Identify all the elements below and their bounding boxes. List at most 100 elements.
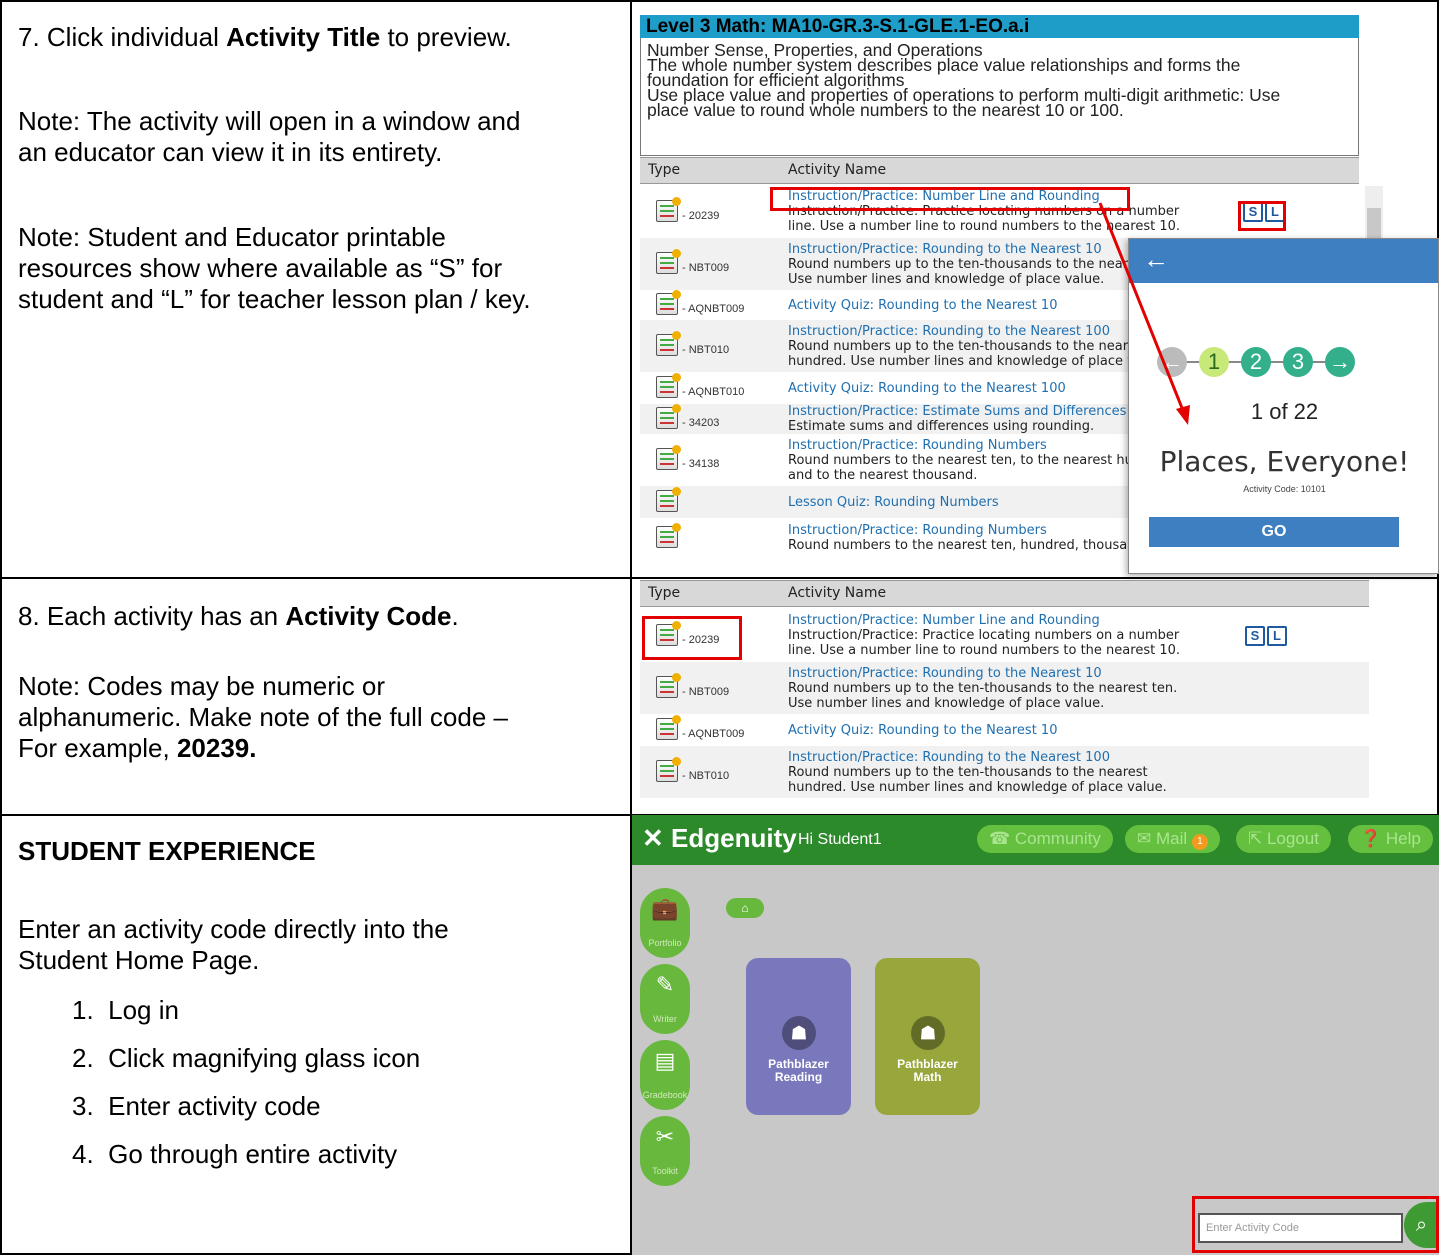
activity-code-label: Activity Code: 10101 — [1243, 484, 1326, 494]
step-item: 1. Log in — [72, 995, 179, 1025]
community-icon: ☎ — [989, 829, 1015, 848]
sidebar-item-toolkit[interactable]: ✂ Toolkit — [640, 1116, 690, 1186]
activity-row: - NBT009 Instruction/Practice: Rounding t… — [640, 662, 1369, 714]
grid-line — [0, 0, 1439, 2]
activity-type-icon — [656, 757, 681, 782]
step8-note: Note: Codes may be numeric or alphanumeri… — [18, 671, 508, 763]
quiz-icon — [656, 487, 681, 512]
activity-title-link[interactable]: Instruction/Practice: Rounding to the Ne… — [788, 242, 1102, 257]
sidebar-label: Gradebook — [642, 1090, 688, 1100]
go-button[interactable]: GO — [1149, 517, 1399, 547]
activity-type-icon — [656, 523, 681, 548]
help-icon: ❓ — [1360, 829, 1386, 848]
lantern-icon: ☗ — [782, 1016, 816, 1050]
activity-type-icon — [656, 715, 681, 740]
mail-button[interactable]: ✉ Mail 1 — [1125, 825, 1220, 853]
activity-title-link[interactable]: Instruction/Practice: Rounding to the Ne… — [788, 324, 1110, 339]
sidebar-item-portfolio[interactable]: 💼 Portfolio — [640, 888, 690, 958]
activity-title-link[interactable]: Activity Quiz: Rounding to the Nearest 1… — [788, 723, 1057, 738]
activity-name-column-header: Activity Name — [788, 162, 887, 178]
type-column-header: Type — [648, 585, 681, 601]
logout-icon: ⇱ — [1248, 829, 1267, 848]
activity-code: - AQNBT009 — [682, 303, 745, 315]
activity-description: Round numbers to the nearest ten, hundre… — [788, 538, 1144, 553]
sidebar-label: Writer — [653, 1014, 677, 1024]
step-item: 2. Click magnifying glass icon — [72, 1043, 421, 1073]
standard-line: place value to round whole numbers to th… — [647, 100, 1124, 120]
standard-header: Level 3 Math: MA10-GR.3-S.1-GLE.1-EO.a.i — [640, 15, 1359, 38]
activity-description: hundred. Use number lines and knowledge … — [788, 779, 1167, 795]
activity-type-icon — [656, 249, 681, 274]
activity-code: - NBT009 — [682, 262, 730, 274]
type-column-header: Type — [648, 162, 681, 178]
scrollbar[interactable] — [1365, 186, 1383, 246]
sidebar-item-writer[interactable]: ✎ Writer — [640, 964, 690, 1034]
student-resource-button[interactable]: S — [1245, 625, 1265, 646]
tile-label: Pathblazer Reading — [768, 1057, 829, 1084]
activity-type-icon — [656, 445, 681, 470]
activity-code: - NBT009 — [682, 686, 730, 698]
tools-icon: ✂ — [655, 1124, 675, 1149]
edit-icon: ✎ — [655, 972, 675, 997]
activity-code: - 20239 — [682, 209, 720, 222]
greeting: Hi Student1 — [798, 831, 882, 848]
community-label: Community — [1014, 829, 1101, 848]
edgenuity-logo: ✕ Edgenuity — [642, 823, 797, 853]
step-item: 3. Enter activity code — [72, 1091, 321, 1121]
red-arrow — [1098, 202, 1190, 425]
highlight-box-search — [1192, 1196, 1439, 1253]
pathblazer-reading-tile[interactable]: ☗ Pathblazer Reading — [746, 958, 851, 1115]
activity-row: - NBT010 Instruction/Practice: Rounding t… — [640, 746, 1369, 798]
activity-title-link[interactable]: Instruction/Practice: Rounding Numbers — [788, 438, 1047, 453]
activity-table-header-2: Type Activity Name — [640, 580, 1369, 607]
activity-code: - NBT010 — [682, 344, 730, 356]
activity-code: - AQNBT010 — [682, 386, 745, 398]
student-experience-heading: STUDENT EXPERIENCE — [18, 836, 316, 866]
activity-title-link[interactable]: Instruction/Practice: Rounding to the Ne… — [788, 666, 1102, 681]
grid-line — [0, 577, 1439, 579]
home-icon: ⌂ — [741, 901, 749, 915]
activity-title-link[interactable]: Instruction/Practice: Estimate Sums and … — [788, 404, 1126, 419]
standard-description: Number Sense, Properties, and Operations… — [640, 38, 1359, 156]
highlight-box-title — [770, 187, 1130, 211]
activity-code: - AQNBT009 — [682, 728, 745, 740]
next-page-icon[interactable]: → — [1325, 347, 1355, 377]
student-intro: Enter an activity code directly into the… — [18, 914, 449, 975]
step7-note2: Note: Student and Educator printable reso… — [18, 222, 531, 314]
activity-title-link[interactable]: Instruction/Practice: Number Line and Ro… — [788, 613, 1100, 628]
logo-text: Edgenuity — [671, 823, 797, 853]
activity-row: - AQNBT009 Activity Quiz: Rounding to the… — [640, 714, 1369, 746]
logout-label: Logout — [1266, 829, 1319, 848]
activity-description: Instruction/Practice: Practice locating … — [788, 628, 1180, 643]
activity-code: - 34138 — [682, 458, 720, 470]
activity-description: Use number lines and knowledge of place … — [788, 271, 1105, 287]
mail-icon: ✉ — [1137, 829, 1156, 848]
activity-title-link[interactable]: Lesson Quiz: Rounding Numbers — [788, 495, 999, 510]
activity-code: - NBT010 — [682, 770, 730, 782]
lesson-plan-button[interactable]: L — [1267, 625, 1287, 646]
book-icon: ▤ — [654, 1048, 676, 1073]
tile-label: Pathblazer Math — [897, 1057, 958, 1084]
activity-description: Use number lines and knowledge of place … — [788, 695, 1105, 711]
step-item: 4. Go through entire activity — [72, 1139, 398, 1169]
activity-description: Estimate sums and differences using roun… — [788, 419, 1095, 434]
activity-title-link[interactable]: Instruction/Practice: Rounding to the Ne… — [788, 750, 1110, 765]
help-button[interactable]: ❓ Help — [1348, 825, 1433, 853]
activity-description: line. Use a number line to round numbers… — [788, 643, 1180, 658]
pathblazer-math-tile[interactable]: ☗ Pathblazer Math — [875, 958, 980, 1115]
sidebar-item-gradebook[interactable]: ▤ Gradebook — [640, 1040, 690, 1110]
help-label: Help — [1385, 829, 1421, 848]
page-2-button[interactable]: 2 — [1241, 347, 1271, 377]
activity-title-link[interactable]: Activity Quiz: Rounding to the Nearest 1… — [788, 381, 1066, 396]
logout-button[interactable]: ⇱ Logout — [1236, 825, 1331, 853]
briefcase-icon: 💼 — [651, 896, 679, 921]
page-3-button[interactable]: 3 — [1283, 347, 1313, 377]
step7-note1: Note: The activity will open in a window… — [18, 106, 521, 167]
activity-table-header: Type Activity Name — [640, 157, 1359, 184]
activity-title-link[interactable]: Instruction/Practice: Rounding Numbers — [788, 523, 1047, 538]
activity-title: Places, Everyone! — [1159, 445, 1410, 478]
activity-title-link[interactable]: Activity Quiz: Rounding to the Nearest 1… — [788, 298, 1057, 313]
highlight-box-code — [642, 616, 742, 660]
home-button[interactable]: ⌂ — [726, 898, 764, 918]
community-button[interactable]: ☎ Community — [977, 825, 1113, 853]
